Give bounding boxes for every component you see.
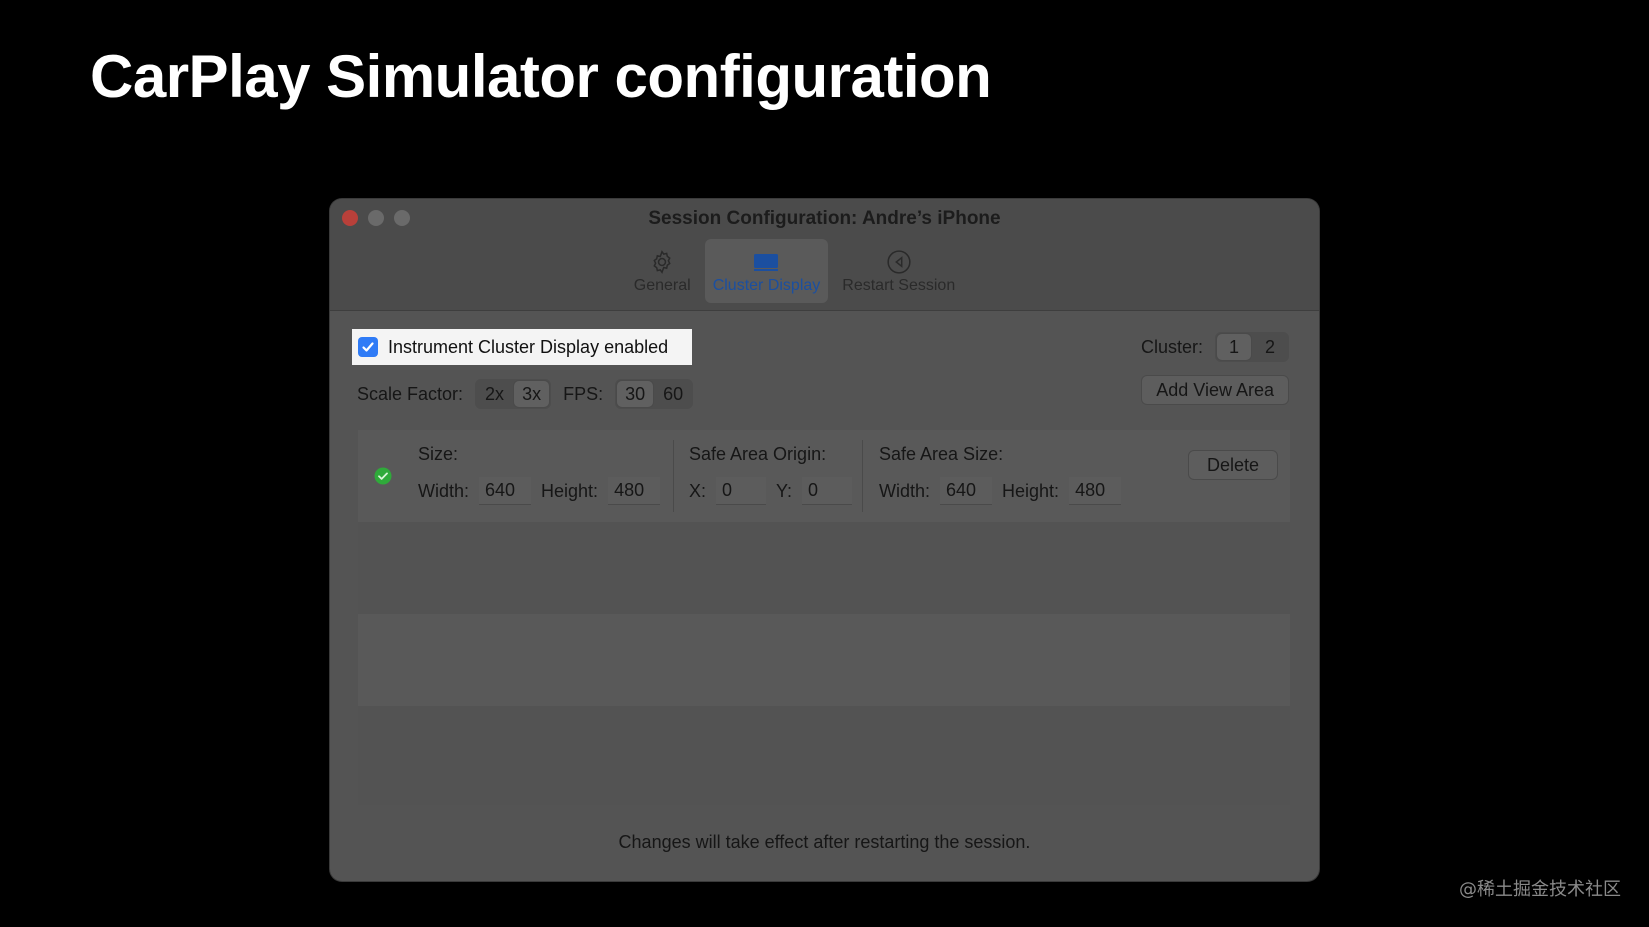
slide-title: CarPlay Simulator configuration (90, 43, 992, 110)
watermark: @稀土掘金技术社区 (1459, 879, 1621, 900)
scale-fps-row: Scale Factor: 2x 3x FPS: 30 60 (357, 379, 694, 409)
safe-area-size-label: Safe Area Size: (879, 444, 1004, 464)
tab-restart-session-label: Restart Session (842, 277, 956, 294)
column-divider (673, 440, 674, 512)
fps-segmented-control: 30 60 (615, 379, 694, 409)
delete-button[interactable]: Delete (1187, 450, 1278, 480)
fps-label: FPS: (563, 383, 604, 404)
cluster-segmented-control: 1 2 (1215, 332, 1289, 362)
scale-option-2x[interactable]: 2x (477, 381, 512, 407)
safe-width-field[interactable]: 640 (940, 477, 993, 505)
table-row-empty (358, 522, 1290, 614)
gear-icon (649, 247, 675, 277)
fps-option-60[interactable]: 60 (655, 381, 691, 407)
tab-general[interactable]: General (626, 239, 699, 303)
y-label: Y: (776, 480, 793, 501)
view-area-table: Size: Width: 640 Height: 480 Safe Area O… (358, 430, 1290, 805)
scale-factor-label: Scale Factor: (357, 383, 464, 404)
cluster-enabled-checkbox[interactable] (358, 337, 378, 357)
tab-general-label: General (633, 277, 691, 294)
safe-height-label: Height: (1002, 480, 1060, 501)
restart-icon (886, 247, 912, 277)
table-row[interactable]: Size: Width: 640 Height: 480 Safe Area O… (358, 430, 1290, 522)
display-icon (752, 247, 780, 277)
window-title: Session Configuration: Andre’s iPhone (648, 208, 1001, 229)
cluster-enabled-checkbox-row[interactable]: Instrument Cluster Display enabled (352, 329, 692, 365)
x-label: X: (689, 480, 707, 501)
session-configuration-window: Session Configuration: Andre’s iPhone Ge… (330, 199, 1319, 881)
width-field[interactable]: 640 (479, 477, 532, 505)
width-label: Width: (418, 480, 470, 501)
cluster-option-2[interactable]: 2 (1253, 334, 1287, 360)
tab-cluster-display-label: Cluster Display (712, 277, 821, 294)
cluster-display-pane: Instrument Cluster Display enabled Clust… (330, 312, 1319, 881)
safe-width-label: Width: (879, 480, 931, 501)
height-field[interactable]: 480 (608, 477, 661, 505)
restart-notice: Changes will take effect after restartin… (618, 832, 1031, 852)
y-field[interactable]: 0 (802, 477, 853, 505)
cluster-option-1[interactable]: 1 (1217, 334, 1251, 360)
cluster-label: Cluster: (1140, 336, 1203, 357)
safe-area-size-group: Safe Area Size: Width: 640 Height: 480 (879, 444, 1122, 505)
x-field[interactable]: 0 (716, 477, 767, 505)
cluster-selector-row: Cluster: 1 2 (1141, 332, 1289, 362)
size-group: Size: Width: 640 Height: 480 (418, 444, 661, 505)
tab-cluster-display[interactable]: Cluster Display (704, 239, 829, 303)
safe-area-origin-label: Safe Area Origin: (689, 444, 827, 464)
table-row-empty (358, 614, 1290, 706)
column-divider (862, 440, 863, 512)
tab-restart-session[interactable]: Restart Session (834, 239, 963, 303)
fps-option-30[interactable]: 30 (617, 381, 654, 407)
safe-area-origin-group: Safe Area Origin: X: 0 Y: 0 (689, 444, 853, 505)
table-row-empty (358, 706, 1290, 805)
height-label: Height: (541, 480, 599, 501)
cluster-enabled-label: Instrument Cluster Display enabled (388, 336, 669, 357)
checkmark-icon (362, 342, 374, 352)
safe-height-field[interactable]: 480 (1069, 477, 1122, 505)
titlebar: Session Configuration: Andre’s iPhone Ge… (330, 199, 1319, 311)
scale-factor-segmented-control: 2x 3x (475, 379, 552, 409)
toolbar-tabs: General Cluster Display Restart Session (330, 239, 1319, 303)
valid-checkmark-icon (374, 467, 392, 490)
add-view-area-button[interactable]: Add View Area (1141, 375, 1289, 405)
scale-option-3x[interactable]: 3x (514, 381, 550, 407)
size-label: Size: (418, 444, 459, 464)
